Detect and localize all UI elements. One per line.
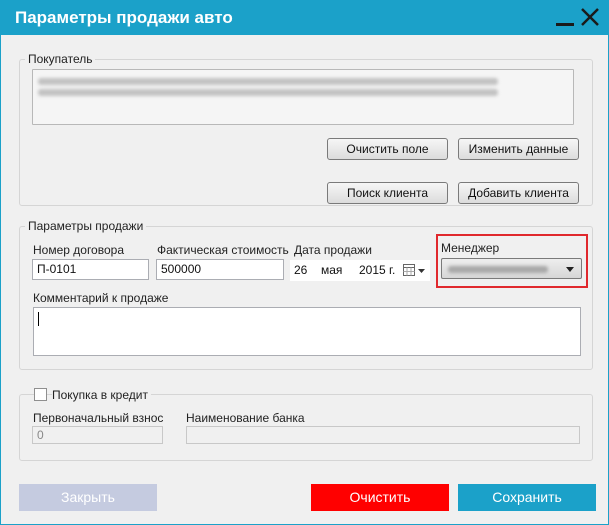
contract-number-label: Номер договора — [33, 243, 124, 257]
manager-value-redacted — [448, 266, 548, 273]
buyer-legend: Покупатель — [25, 52, 96, 66]
bank-name-input[interactable] — [186, 426, 580, 444]
dialog-window: Параметры продажи авто Покупатель Очисти… — [0, 0, 609, 525]
sale-date-month[interactable]: мая — [321, 263, 342, 277]
clear-buyer-button[interactable]: Очистить поле — [327, 138, 448, 160]
actual-cost-label: Фактическая стоимость — [157, 243, 289, 257]
sale-comment-label: Комментарий к продаже — [33, 291, 169, 305]
actual-cost-input[interactable]: 500000 — [156, 259, 284, 280]
minimize-icon — [556, 23, 574, 26]
credit-checkbox[interactable] — [34, 388, 47, 401]
sale-params-legend: Параметры продажи — [25, 219, 147, 233]
text-caret — [38, 312, 39, 326]
sale-date-year[interactable]: 2015 г. — [359, 263, 395, 277]
calendar-icon[interactable] — [403, 264, 427, 277]
edit-buyer-button[interactable]: Изменить данные — [458, 138, 579, 160]
buyer-info-field[interactable] — [32, 69, 574, 125]
chevron-down-icon — [566, 267, 574, 272]
window-title: Параметры продажи авто — [15, 8, 233, 27]
close-icon — [581, 8, 599, 26]
close-window-button[interactable] — [579, 6, 601, 28]
bank-name-label: Наименование банка — [186, 411, 305, 425]
search-client-button[interactable]: Поиск клиента — [327, 182, 448, 204]
close-button[interactable]: Закрыть — [19, 484, 157, 511]
sale-date-picker[interactable]: 26 мая 2015 г. — [290, 260, 430, 281]
sale-comment-input[interactable] — [33, 307, 581, 356]
add-client-button[interactable]: Добавить клиента — [458, 182, 579, 204]
manager-label: Менеджер — [441, 241, 500, 255]
title-bar[interactable]: Параметры продажи авто — [1, 1, 608, 35]
down-payment-label: Первоначальный взнос — [33, 411, 164, 425]
minimize-button[interactable] — [554, 6, 576, 28]
sale-date-day[interactable]: 26 — [294, 263, 307, 277]
credit-checkbox-label[interactable]: Покупка в кредит — [52, 388, 151, 402]
buyer-info-redacted-line — [38, 89, 498, 96]
buyer-info-redacted-line — [38, 78, 498, 85]
save-button[interactable]: Сохранить — [458, 484, 596, 511]
clear-button[interactable]: Очистить — [311, 484, 449, 511]
manager-select[interactable] — [441, 258, 582, 279]
sale-date-label: Дата продажи — [294, 243, 372, 257]
down-payment-input[interactable]: 0 — [32, 426, 163, 444]
contract-number-input[interactable]: П-0101 — [32, 259, 149, 280]
